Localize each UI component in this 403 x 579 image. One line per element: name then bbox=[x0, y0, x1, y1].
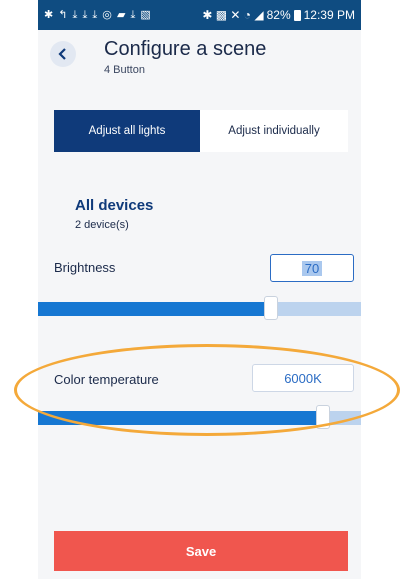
page-header: Configure a scene 4 Button bbox=[38, 30, 361, 84]
page-title: Configure a scene bbox=[104, 38, 267, 60]
color-temperature-input[interactable]: 6000K bbox=[252, 364, 354, 392]
brightness-value: 70 bbox=[301, 260, 323, 276]
status-bar: ✱ ↰ ⤓ ⤓ ⤓ ◎ ▰ ⤓ ▧ ✱ ▩ ✕ ◔ ◢ 82% 12:39 PM bbox=[38, 0, 361, 30]
battery-percent: 82% bbox=[266, 8, 291, 22]
brightness-slider[interactable] bbox=[38, 296, 361, 320]
page-subtitle: 4 Button bbox=[104, 64, 145, 76]
color-temperature-label: Color temperature bbox=[54, 372, 159, 387]
tab-adjust-individually[interactable]: Adjust individually bbox=[200, 110, 348, 152]
chevron-left-icon bbox=[58, 48, 66, 60]
connectivity-icons: ✱ ▩ ✕ ◔ ◢ bbox=[202, 8, 264, 22]
color-temperature-slider-thumb[interactable] bbox=[316, 405, 330, 429]
devices-title: All devices bbox=[75, 197, 154, 214]
back-button[interactable] bbox=[50, 41, 76, 67]
color-temperature-slider[interactable] bbox=[38, 405, 361, 429]
save-button[interactable]: Save bbox=[54, 531, 348, 571]
brightness-label: Brightness bbox=[54, 260, 116, 275]
notification-icons: ✱ ↰ ⤓ ⤓ ⤓ ◎ ▰ ⤓ ▧ bbox=[44, 9, 152, 21]
clock: 12:39 PM bbox=[303, 8, 355, 22]
brightness-slider-fill bbox=[38, 302, 264, 316]
brightness-input[interactable]: 70 bbox=[270, 254, 354, 282]
devices-count: 2 device(s) bbox=[75, 219, 129, 231]
system-icons: ✱ ▩ ✕ ◔ ◢ 82% 12:39 PM bbox=[202, 8, 355, 22]
color-temperature-slider-fill bbox=[38, 411, 316, 425]
tab-adjust-all-lights[interactable]: Adjust all lights bbox=[54, 110, 200, 152]
brightness-slider-thumb[interactable] bbox=[264, 296, 278, 320]
color-temperature-value: 6000K bbox=[284, 370, 322, 386]
app-screen: ✱ ↰ ⤓ ⤓ ⤓ ◎ ▰ ⤓ ▧ ✱ ▩ ✕ ◔ ◢ 82% 12:39 PM… bbox=[38, 0, 361, 579]
adjust-mode-segmented-control: Adjust all lights Adjust individually bbox=[54, 110, 348, 152]
battery-icon bbox=[293, 9, 301, 21]
